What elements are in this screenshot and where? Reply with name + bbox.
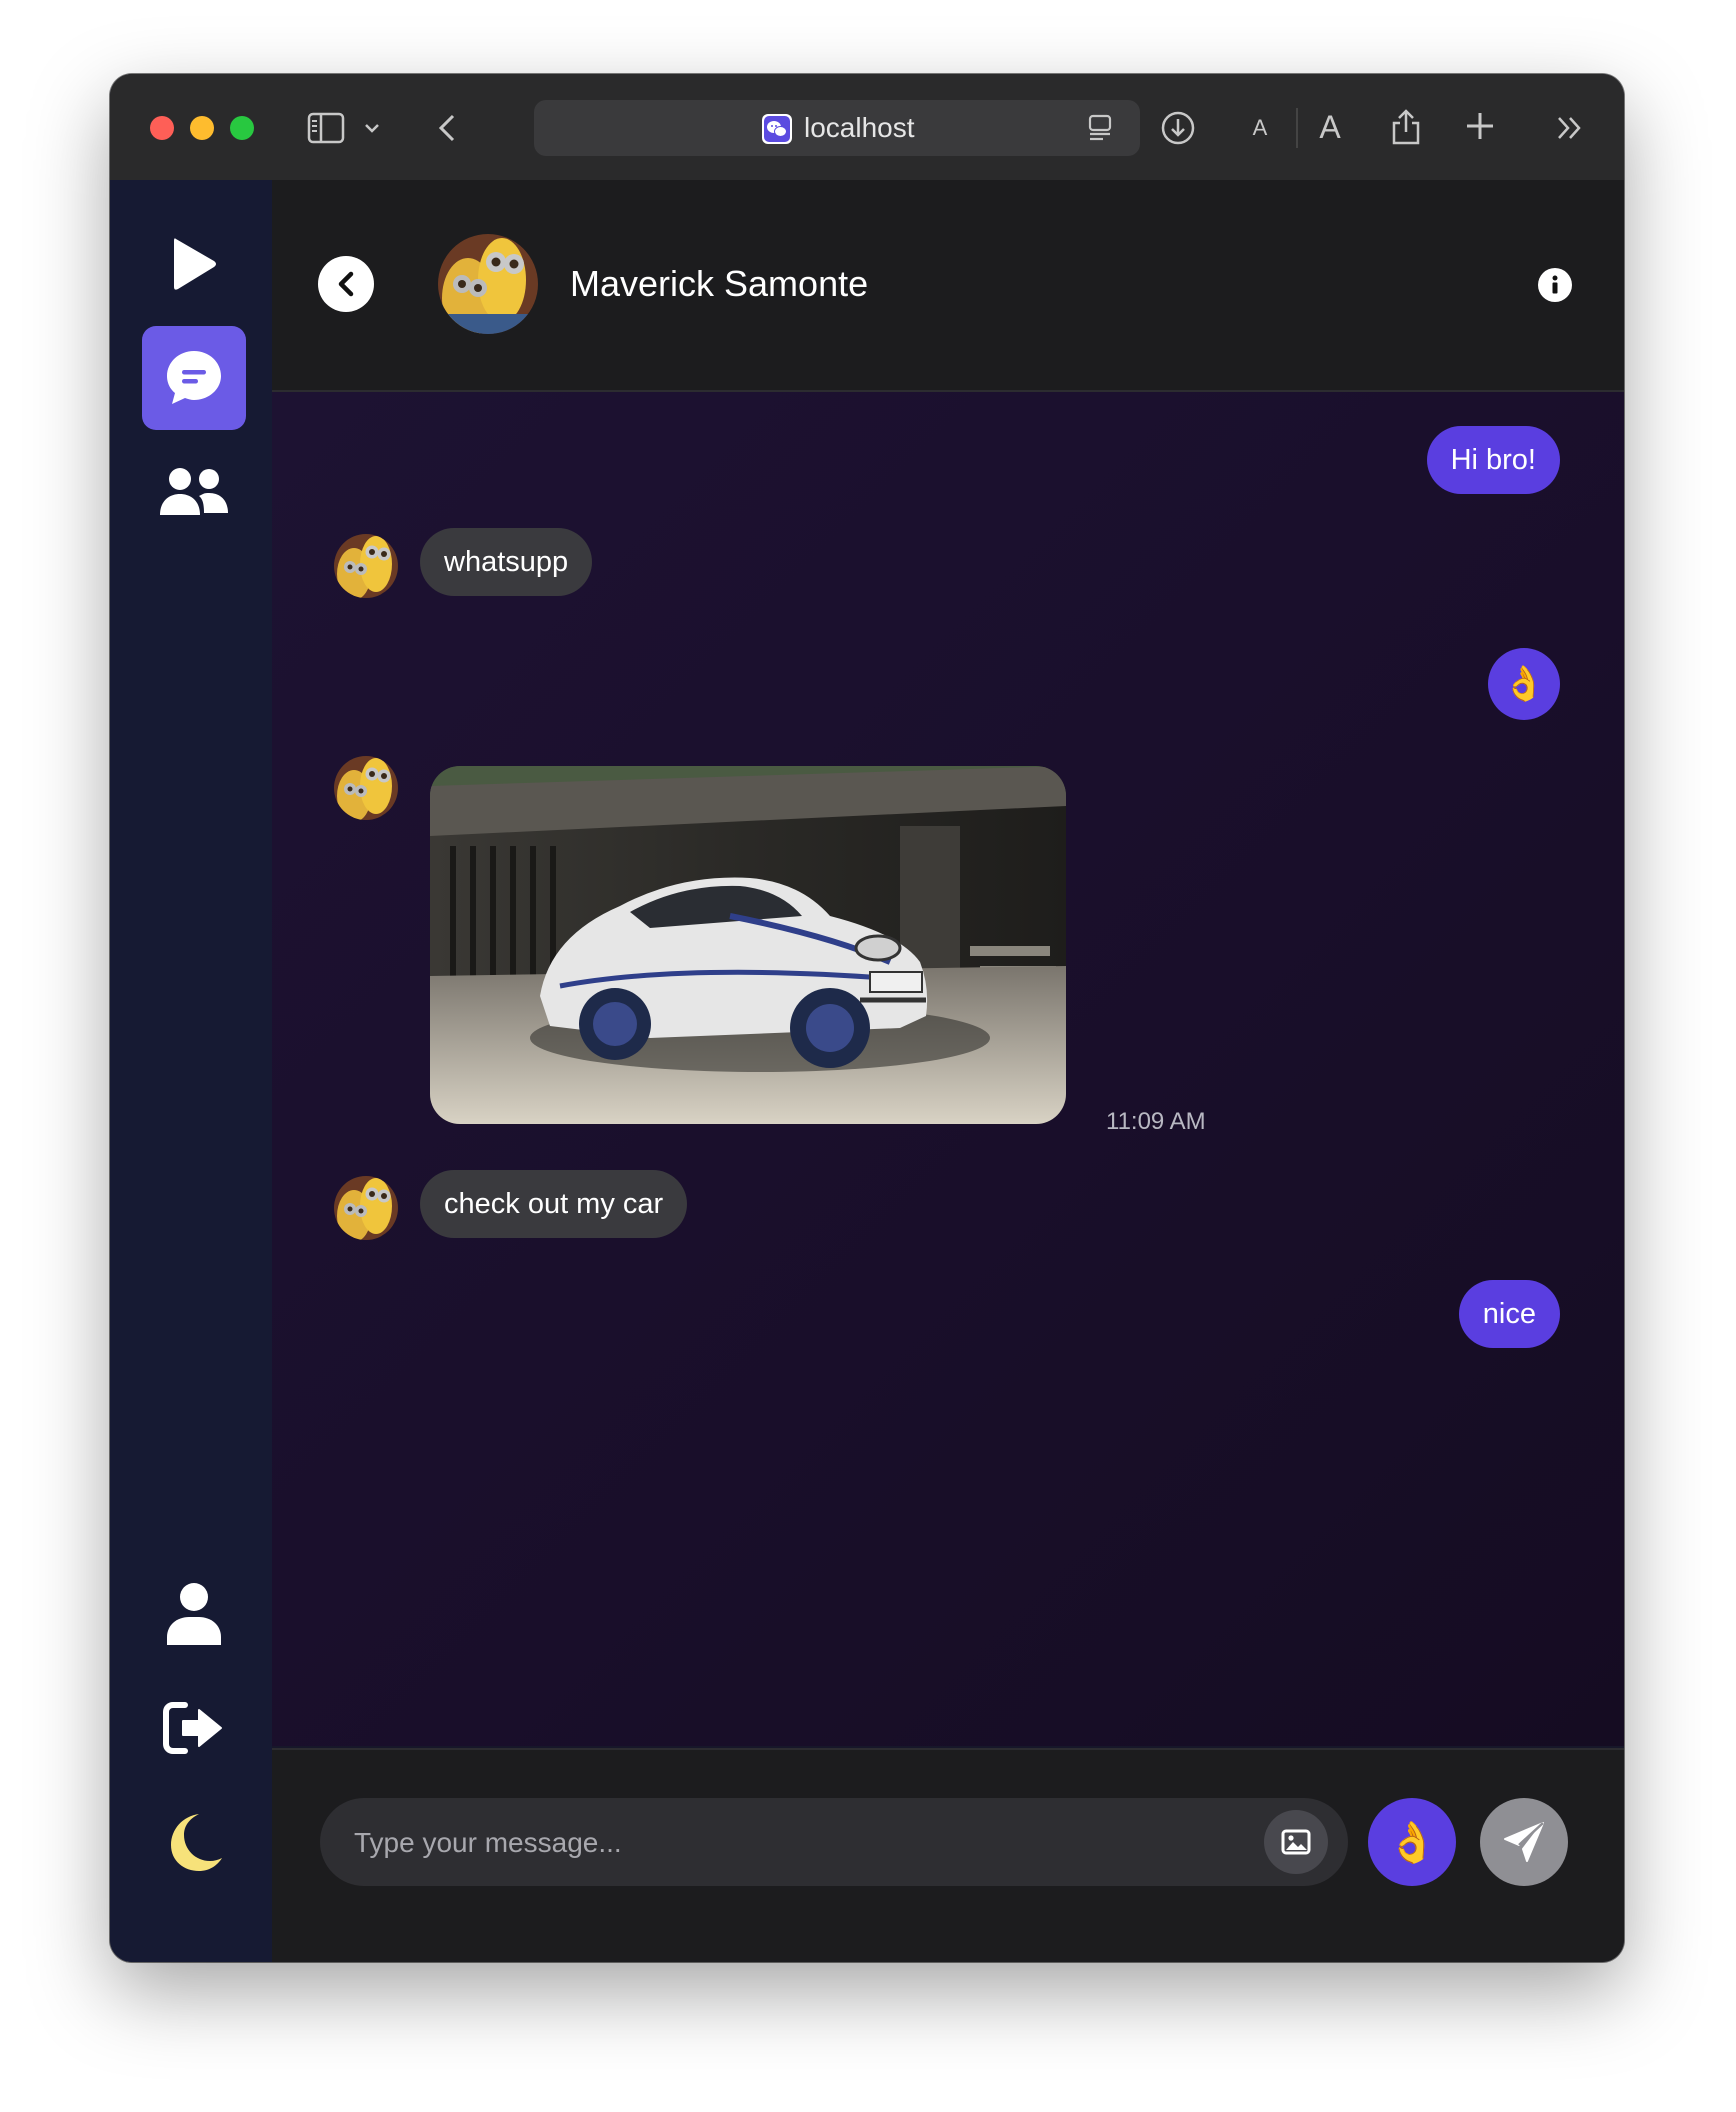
zoom-window-button[interactable]	[230, 116, 254, 140]
more-tabs-icon[interactable]	[1550, 110, 1590, 146]
chat-bubble-icon	[167, 351, 221, 404]
new-tab-icon[interactable]	[1460, 106, 1500, 146]
message-input-wrapper	[320, 1798, 1348, 1888]
sidebar-item-chats[interactable]	[142, 326, 246, 430]
paper-plane-icon	[1504, 1822, 1544, 1862]
browser-window: localhost A A Maverick Samonte Hi bro! w…	[110, 74, 1624, 1962]
message-input[interactable]	[352, 1798, 1236, 1888]
sender-avatar	[334, 756, 398, 820]
sender-avatar	[334, 1176, 398, 1240]
chevron-down-icon[interactable]	[360, 114, 384, 142]
browser-toolbar: localhost A A	[110, 74, 1624, 182]
outgoing-emoji-message: 👌	[1488, 648, 1560, 720]
send-button[interactable]	[1480, 1798, 1568, 1886]
back-button[interactable]	[318, 256, 374, 312]
contact-name: Maverick Samonte	[570, 263, 869, 304]
logo-play-icon[interactable]	[142, 212, 246, 316]
image-message[interactable]	[430, 766, 1066, 1124]
minimize-window-button[interactable]	[190, 116, 214, 140]
send-emoji-button[interactable]: 👌	[1368, 1798, 1456, 1886]
sidebar-item-logout[interactable]	[142, 1676, 246, 1780]
text-smaller-icon[interactable]: A	[1246, 108, 1274, 148]
address-bar[interactable]: localhost	[534, 100, 1140, 156]
info-icon	[1552, 275, 1558, 294]
sidebar-item-friends[interactable]	[142, 440, 246, 544]
message-timestamp: 11:09 AM	[1106, 1108, 1206, 1135]
attach-image-button[interactable]	[1264, 1810, 1328, 1874]
sidebar-item-theme-toggle[interactable]	[142, 1790, 246, 1894]
share-icon[interactable]	[1386, 102, 1426, 150]
car-photo	[430, 766, 1066, 1124]
sender-avatar	[334, 534, 398, 598]
contact-avatar[interactable]	[438, 234, 538, 334]
moon-icon	[171, 1814, 222, 1871]
info-button[interactable]	[1538, 268, 1572, 302]
outgoing-message: Hi bro!	[1426, 426, 1560, 494]
sidebar-toggle-icon[interactable]	[306, 108, 346, 148]
message-composer: 👌	[272, 1748, 1624, 1962]
download-icon[interactable]	[1156, 106, 1200, 150]
sidebar-item-profile[interactable]	[142, 1562, 246, 1666]
incoming-message: check out my car	[420, 1170, 688, 1238]
image-icon	[1281, 1829, 1311, 1855]
close-window-button[interactable]	[150, 116, 174, 140]
logout-icon	[163, 1702, 222, 1754]
message-list: Hi bro! whatsupp 👌 11:09 AM check out my…	[272, 392, 1624, 1746]
users-icon	[160, 468, 228, 515]
wechat-favicon-icon	[762, 114, 792, 144]
app-sidebar	[110, 180, 272, 1962]
user-icon	[167, 1583, 221, 1645]
incoming-message: whatsupp	[420, 528, 593, 596]
chevron-left-icon	[338, 271, 354, 297]
toolbar-divider	[1296, 108, 1298, 148]
text-larger-icon[interactable]: A	[1312, 104, 1348, 150]
chat-header: Maverick Samonte	[272, 180, 1624, 392]
url-text: localhost	[804, 112, 915, 143]
outgoing-message: nice	[1458, 1280, 1560, 1348]
browser-back-icon[interactable]	[432, 108, 462, 148]
chat-panel: Maverick Samonte Hi bro! whatsupp 👌 11:0…	[272, 180, 1624, 1962]
reader-mode-icon[interactable]	[1084, 112, 1116, 144]
